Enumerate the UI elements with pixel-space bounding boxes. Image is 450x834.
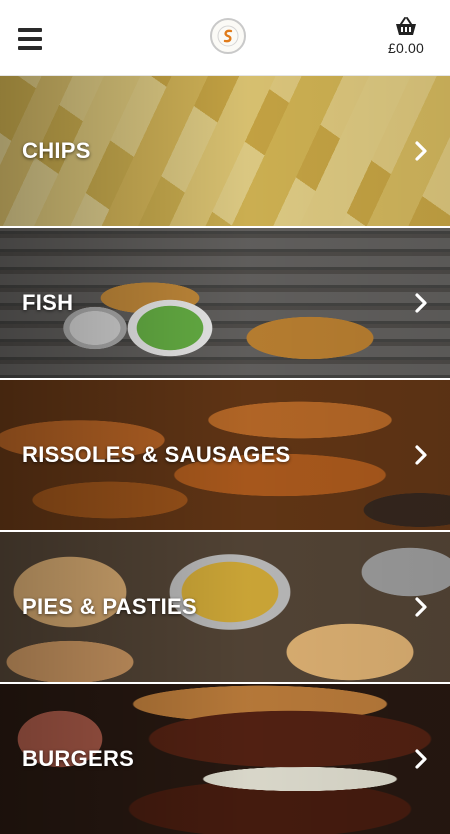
- category-label: RISSOLES & SAUSAGES: [22, 442, 291, 467]
- category-pies-pasties[interactable]: PIES & PASTIES: [0, 532, 450, 682]
- basket-icon: [396, 17, 416, 35]
- category-burgers[interactable]: BURGERS: [0, 684, 450, 834]
- cart-total: £0.00: [387, 40, 425, 56]
- chevron-right-icon: [415, 445, 427, 465]
- chevron-right-icon: [415, 293, 427, 313]
- cart-button[interactable]: £0.00: [376, 16, 436, 56]
- hamburger-menu-icon[interactable]: [18, 28, 42, 50]
- app-header: £0.00: [0, 0, 450, 76]
- category-chips[interactable]: CHIPS: [0, 76, 450, 226]
- category-label: CHIPS: [22, 138, 91, 163]
- shop-logo[interactable]: [210, 18, 246, 54]
- category-label: FISH: [22, 290, 74, 315]
- chevron-right-icon: [415, 597, 427, 617]
- chevron-right-icon: [415, 141, 427, 161]
- category-label: PIES & PASTIES: [22, 594, 197, 619]
- category-fish[interactable]: FISH: [0, 228, 450, 378]
- category-rissoles-sausages[interactable]: RISSOLES & SAUSAGES: [0, 380, 450, 530]
- chevron-right-icon: [415, 749, 427, 769]
- category-label: BURGERS: [22, 746, 135, 771]
- logo-fish-icon: [217, 25, 239, 47]
